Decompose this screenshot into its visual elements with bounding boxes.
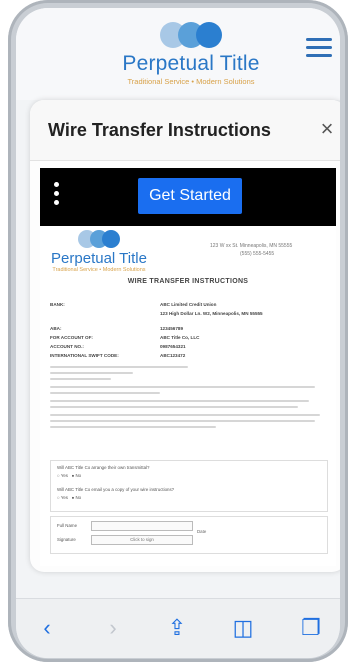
logo-mark-icon xyxy=(44,230,154,248)
site-header: Perpetual Title Traditional Service • Mo… xyxy=(16,8,340,100)
close-icon[interactable]: × xyxy=(316,116,338,142)
q2-radio-group[interactable]: ○ Yes ● No xyxy=(57,495,81,500)
detail-row: ABA: 123456789 xyxy=(50,326,183,331)
modal-header: Wire Transfer Instructions × xyxy=(30,100,340,161)
document-address: 123 W xx St. Minneapolis, MN 55555 (555)… xyxy=(210,243,293,257)
hamburger-menu-icon[interactable] xyxy=(306,38,332,58)
document-brand: Perpetual Title xyxy=(51,250,147,267)
bookmarks-icon[interactable]: ◫ xyxy=(228,615,258,641)
wire-instructions-document: Perpetual Title Traditional Service • Mo… xyxy=(40,226,336,566)
back-icon[interactable]: ‹ xyxy=(32,615,62,641)
detail-row: 123 High Dollar Ln. W2, Minneapolis, MN … xyxy=(160,311,263,316)
detail-row: ACCOUNT NO.: 0987654321 xyxy=(50,344,186,349)
document-toolbar: Get Started xyxy=(40,168,336,226)
browser-screen: Perpetual Title Traditional Service • Mo… xyxy=(16,8,340,658)
wire-transfer-modal: Wire Transfer Instructions × Get Started… xyxy=(30,100,340,572)
tabs-icon[interactable]: ❐ xyxy=(296,615,326,641)
document-heading: WIRE TRANSFER INSTRUCTIONS xyxy=(127,278,249,285)
document-body-text xyxy=(50,366,326,432)
document-logo: Perpetual Title Traditional Service • Mo… xyxy=(44,230,154,273)
modal-title: Wire Transfer Instructions xyxy=(48,120,271,140)
more-options-icon[interactable] xyxy=(54,182,59,209)
brand-name: Perpetual Title xyxy=(122,52,260,75)
get-started-button[interactable]: Get Started xyxy=(138,178,242,214)
bank-details: BANK: ABC Limited Credit Union 123 High D… xyxy=(50,302,326,362)
detail-row: BANK: ABC Limited Credit Union xyxy=(50,302,217,307)
forward-icon[interactable]: › xyxy=(98,615,128,641)
full-name-field[interactable] xyxy=(91,521,193,531)
logo-mark-icon xyxy=(106,22,276,48)
date-label: Date xyxy=(197,529,207,534)
share-icon[interactable]: ⇪ xyxy=(162,615,192,641)
signature-section: Full Name Signature Click to sign Date xyxy=(50,516,328,554)
transmittal-questions: Will ABC Title Co arrange their own tran… xyxy=(50,460,328,512)
browser-toolbar: ‹ › ⇪ ◫ ❐ xyxy=(16,598,340,658)
document-tagline: Traditional Service • Modern Solutions xyxy=(52,267,146,273)
q1-radio-group[interactable]: ○ Yes ● No xyxy=(57,473,81,478)
signature-field[interactable]: Click to sign xyxy=(91,535,193,545)
detail-row: FOR ACCOUNT OF: ABC Title Co, LLC xyxy=(50,335,200,340)
site-logo[interactable]: Perpetual Title Traditional Service • Mo… xyxy=(106,22,276,86)
detail-row: INTERNATIONAL SWIFT CODE: ABC123472 xyxy=(50,353,186,358)
brand-tagline: Traditional Service • Modern Solutions xyxy=(127,77,255,86)
